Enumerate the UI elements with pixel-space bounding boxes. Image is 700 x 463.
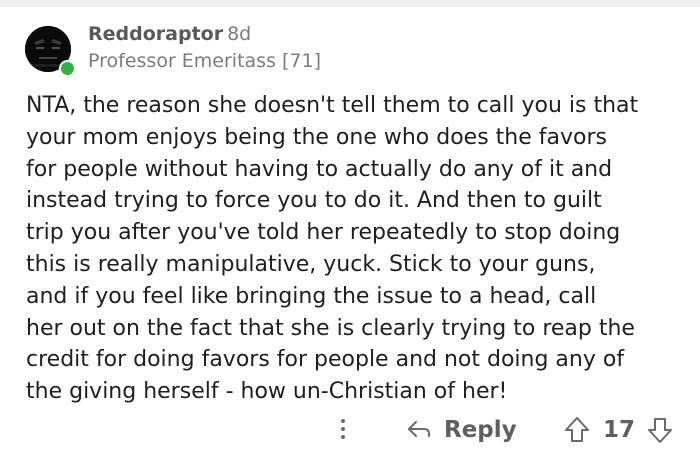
comment-body-line: for people without having to actually do… bbox=[26, 156, 613, 182]
reply-label: Reply bbox=[444, 417, 517, 443]
comment-body-line: and if you feel like bringing the issue … bbox=[26, 283, 597, 309]
comment-body-line: the giving herself - how un-Christian of… bbox=[26, 379, 508, 405]
comment-body-line: instead trying to force you to do it. An… bbox=[26, 188, 602, 214]
author-line: Reddoraptor 8d bbox=[88, 22, 251, 46]
comment-body-line: trip you after you've told her repeatedl… bbox=[26, 220, 621, 246]
vote-score: 17 bbox=[603, 417, 636, 443]
reply-arrow-icon bbox=[408, 421, 430, 437]
downvote-button[interactable] bbox=[646, 414, 674, 446]
author-username[interactable]: Reddoraptor bbox=[88, 23, 223, 45]
comment-body: NTA, the reason she doesn't tell them to… bbox=[26, 90, 686, 408]
reply-button[interactable]: Reply bbox=[406, 408, 517, 452]
avatar[interactable] bbox=[25, 26, 76, 77]
user-flair: Professor Emeritass [71] bbox=[88, 50, 322, 72]
online-status-dot bbox=[59, 60, 76, 77]
comment-body-line: her out on the fact that she is clearly … bbox=[26, 315, 635, 341]
comment-body-line: NTA, the reason she doesn't tell them to… bbox=[26, 93, 639, 118]
comment-age: 8d bbox=[227, 23, 252, 45]
upvote-arrow-icon bbox=[565, 417, 589, 442]
comment: Reddoraptor 8d Professor Emeritass [71] N… bbox=[0, 0, 700, 463]
comment-body-line: credit for doing favors for people and n… bbox=[26, 347, 625, 373]
comment-actions: Reply 17 bbox=[0, 408, 700, 454]
more-options-button[interactable] bbox=[333, 412, 353, 446]
comment-body-line: your mom enjoys being the one who does t… bbox=[26, 124, 607, 150]
vertical-dots-icon bbox=[341, 419, 345, 439]
upvote-button[interactable] bbox=[563, 414, 591, 446]
downvote-arrow-icon bbox=[648, 418, 672, 443]
comment-body-line: this is really manipulative, yuck. Stick… bbox=[26, 251, 596, 277]
